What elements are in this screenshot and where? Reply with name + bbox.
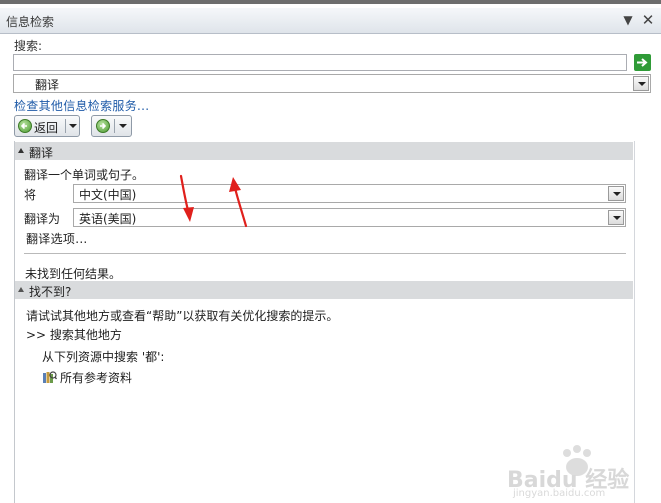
to-language-value: 英语(美国) xyxy=(79,212,137,226)
to-language-label: 翻译为 xyxy=(24,212,61,226)
forward-dropdown-icon[interactable] xyxy=(119,124,127,128)
translate-section-header[interactable]: 翻译 xyxy=(15,142,633,160)
from-language-value: 中文(中国) xyxy=(79,188,137,202)
no-results-text: 未找到任何结果。 xyxy=(25,267,122,281)
to-language-select[interactable]: 英语(美国) xyxy=(73,208,626,227)
search-elsewhere-link[interactable]: >> 搜索其他地方 xyxy=(26,326,122,343)
go-button[interactable] xyxy=(634,54,651,71)
toolbar-separator xyxy=(114,119,115,133)
not-found-section-title: 找不到? xyxy=(29,285,72,299)
pane-title: 信息检索 xyxy=(6,15,55,29)
search-from-text: 从下列资源中搜索 '都': xyxy=(42,350,165,364)
not-found-section-header[interactable]: 找不到? xyxy=(15,281,633,299)
close-icon[interactable]: ✕ xyxy=(639,11,657,29)
forward-button[interactable] xyxy=(91,115,132,137)
divider xyxy=(24,253,626,254)
research-pane: 信息检索 ▼ ✕ 搜索: 翻译 检查其他信息检索服务... 返回 翻译 翻译一个… xyxy=(0,0,661,503)
pane-header: 信息检索 ▼ ✕ xyxy=(0,8,661,34)
translation-options-link[interactable]: 翻译选项... xyxy=(26,230,88,247)
annotation-arrow-down-icon xyxy=(179,174,194,222)
toolbar-separator xyxy=(65,119,66,133)
back-label: 返回 xyxy=(34,121,59,135)
from-language-select[interactable]: 中文(中国) xyxy=(73,184,626,203)
back-arrow-icon xyxy=(18,119,32,133)
chevron-down-icon[interactable] xyxy=(633,76,649,91)
all-references-link[interactable]: 所有参考资料 xyxy=(60,369,132,386)
arrow-right-icon xyxy=(637,58,648,67)
forward-arrow-icon xyxy=(96,119,110,133)
chevron-down-icon[interactable] xyxy=(608,210,624,225)
search-label: 搜索: xyxy=(14,39,43,53)
back-button[interactable]: 返回 xyxy=(14,115,80,137)
watermark: Baidu 经验 jingyan.baidu.com xyxy=(505,444,655,502)
back-dropdown-icon[interactable] xyxy=(69,124,77,128)
from-language-label: 将 xyxy=(24,188,37,202)
watermark-subtext: jingyan.baidu.com xyxy=(513,488,606,499)
service-select[interactable]: 翻译 xyxy=(13,74,651,93)
annotation-arrow-up-icon xyxy=(229,177,248,228)
check-other-services-link[interactable]: 检查其他信息检索服务... xyxy=(14,97,149,114)
collapse-icon xyxy=(18,148,24,153)
translate-section-title: 翻译 xyxy=(29,146,54,160)
service-select-value: 翻译 xyxy=(35,78,60,92)
search-input[interactable] xyxy=(13,54,627,71)
collapse-icon xyxy=(18,287,24,292)
search-hint-text: 请试试其他地方或查看“帮助”以获取有关优化搜索的提示。 xyxy=(26,309,339,323)
translate-instruction: 翻译一个单词或句子。 xyxy=(24,168,145,182)
chevron-down-icon[interactable] xyxy=(608,186,624,201)
reference-books-icon xyxy=(43,371,57,383)
dropdown-menu-icon[interactable]: ▼ xyxy=(619,11,637,29)
